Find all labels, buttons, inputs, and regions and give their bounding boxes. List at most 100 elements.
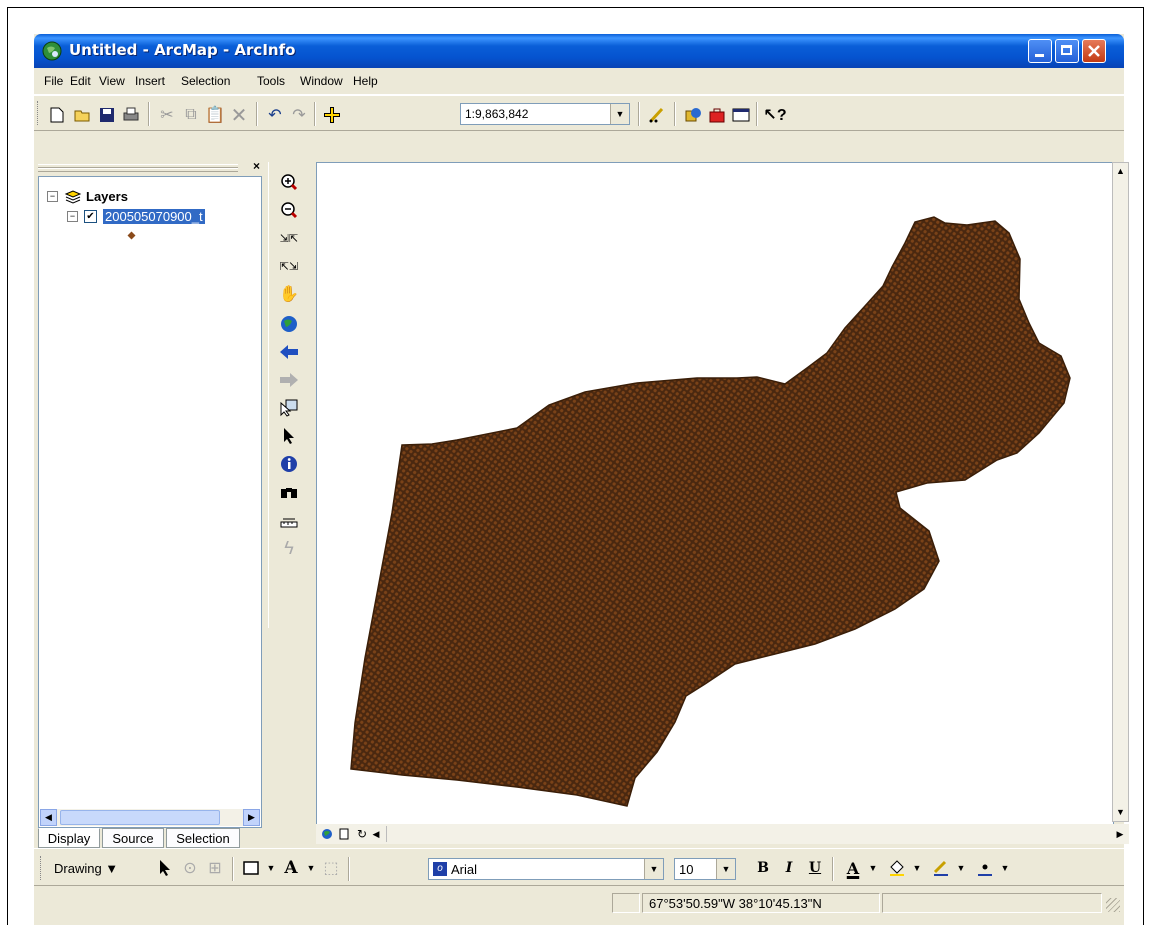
rectangle-tool-icon[interactable] xyxy=(240,857,262,879)
scroll-down-icon[interactable]: ▼ xyxy=(1113,804,1128,821)
zoom-to-selected-icon[interactable]: ⊞ xyxy=(204,857,226,879)
chevron-down-icon[interactable]: ▼ xyxy=(716,859,735,879)
scroll-right-icon[interactable]: ▶ xyxy=(1112,826,1128,842)
bold-button[interactable]: B xyxy=(752,857,774,879)
layer-name[interactable]: 200505070900_t xyxy=(103,209,205,224)
toolbar-grip[interactable] xyxy=(37,101,41,125)
edit-vertices-icon[interactable]: ⬚ xyxy=(320,857,342,879)
font-name-combo[interactable]: o Arial ▼ xyxy=(428,858,664,880)
open-folder-icon[interactable] xyxy=(72,104,94,126)
hyperlink-bolt-icon[interactable]: ϟ xyxy=(277,536,301,560)
collapse-icon[interactable]: − xyxy=(47,191,58,202)
chevron-down-icon[interactable]: ▼ xyxy=(260,857,282,879)
tab-selection[interactable]: Selection xyxy=(166,828,240,848)
cut-icon[interactable]: ✂ xyxy=(156,104,178,126)
paste-icon[interactable]: 📋 xyxy=(204,104,226,126)
pan-hand-icon[interactable]: ✋ xyxy=(277,282,301,306)
toc-horizontal-scrollbar[interactable]: ◀ ▶ xyxy=(40,809,260,826)
toc-title-bar[interactable]: × xyxy=(38,159,262,174)
menu-insert[interactable]: Insert xyxy=(135,74,165,88)
chevron-down-icon[interactable]: ▼ xyxy=(300,857,322,879)
menu-bar: File Edit View Insert Selection Tools Wi… xyxy=(34,68,1124,95)
chevron-down-icon[interactable]: ▼ xyxy=(906,857,928,879)
scroll-up-icon[interactable]: ▲ xyxy=(1113,163,1128,180)
marker-color-icon[interactable] xyxy=(974,857,996,879)
map-canvas[interactable] xyxy=(317,163,1113,824)
map-display[interactable] xyxy=(316,162,1114,825)
chevron-down-icon[interactable]: ▼ xyxy=(862,857,884,879)
print-icon[interactable] xyxy=(120,104,142,126)
menu-file[interactable]: File xyxy=(44,74,63,88)
identify-icon[interactable] xyxy=(277,452,301,476)
menu-help[interactable]: Help xyxy=(353,74,378,88)
menu-tools[interactable]: Tools xyxy=(257,74,285,88)
fixed-zoom-out-icon[interactable]: ⇱⇲ xyxy=(277,254,301,278)
select-elements-arrow-icon[interactable] xyxy=(277,424,301,448)
command-line-icon[interactable] xyxy=(730,104,752,126)
add-data-icon[interactable] xyxy=(321,104,343,126)
menu-view[interactable]: View xyxy=(99,74,125,88)
menu-window[interactable]: Window xyxy=(300,74,343,88)
editor-toolbar-icon[interactable] xyxy=(646,104,668,126)
line-color-icon[interactable] xyxy=(930,857,952,879)
whats-this-help-icon[interactable]: ↖? xyxy=(763,104,786,126)
maximize-button[interactable] xyxy=(1055,39,1079,63)
layer-row[interactable]: − ✔ 200505070900_t xyxy=(67,209,205,224)
collapse-icon[interactable]: − xyxy=(67,211,78,222)
menu-edit[interactable]: Edit xyxy=(70,74,91,88)
scroll-thumb[interactable] xyxy=(60,810,220,825)
toolbar-separator xyxy=(756,102,758,126)
select-elements-arrow-icon[interactable] xyxy=(154,857,176,879)
layers-data-frame[interactable]: − Layers xyxy=(47,189,128,204)
map-vertical-scrollbar[interactable]: ▲ ▼ xyxy=(1112,162,1129,822)
zoom-out-icon[interactable] xyxy=(277,198,301,222)
drawing-menu-button[interactable]: Drawing ▼ xyxy=(54,861,118,876)
arctoolbox-icon[interactable] xyxy=(706,104,728,126)
measure-icon[interactable] xyxy=(277,508,301,532)
zoom-in-icon[interactable] xyxy=(277,170,301,194)
close-button[interactable] xyxy=(1082,39,1106,63)
map-horizontal-scrollbar[interactable] xyxy=(386,826,1109,842)
menu-selection[interactable]: Selection xyxy=(181,74,230,88)
chevron-down-icon[interactable]: ▼ xyxy=(950,857,972,879)
rotate-icon[interactable]: ⊙ xyxy=(179,857,201,879)
title-bar[interactable]: Untitled - ArcMap - ArcInfo xyxy=(34,34,1124,68)
resize-grip-icon[interactable] xyxy=(1106,898,1120,912)
minimize-button[interactable] xyxy=(1028,39,1052,63)
scroll-left-icon[interactable]: ◀ xyxy=(40,809,57,826)
map-scale-combo[interactable]: 1:9,863,842 ▼ xyxy=(460,103,630,125)
underline-button[interactable]: U xyxy=(804,857,826,879)
full-extent-globe-icon[interactable] xyxy=(277,312,301,336)
scroll-left-icon[interactable]: ◀ xyxy=(368,826,384,842)
next-extent-icon[interactable] xyxy=(277,368,301,392)
previous-extent-icon[interactable] xyxy=(277,340,301,364)
find-binoculars-icon[interactable] xyxy=(277,480,301,504)
arcmap-window: Untitled - ArcMap - ArcInfo File Edit Vi… xyxy=(34,34,1129,925)
fixed-zoom-in-icon[interactable]: ⇲⇱ xyxy=(277,226,301,250)
arccatalog-icon[interactable] xyxy=(682,104,704,126)
select-features-icon[interactable] xyxy=(277,396,301,420)
tab-source[interactable]: Source xyxy=(102,828,164,848)
point-features-polygon[interactable] xyxy=(350,216,1071,807)
fill-color-icon[interactable] xyxy=(886,857,908,879)
redo-icon[interactable]: ↷ xyxy=(288,104,310,126)
italic-button[interactable]: I xyxy=(778,857,800,879)
data-view-icon[interactable] xyxy=(319,826,335,842)
copy-icon[interactable]: ⧉ xyxy=(180,104,202,126)
font-color-icon[interactable]: A xyxy=(842,857,864,879)
layer-visibility-checkbox[interactable]: ✔ xyxy=(84,210,97,223)
chevron-down-icon[interactable]: ▼ xyxy=(994,857,1016,879)
text-tool-icon[interactable]: A xyxy=(280,857,302,879)
new-document-icon[interactable] xyxy=(46,104,68,126)
save-icon[interactable] xyxy=(96,104,118,126)
chevron-down-icon[interactable]: ▼ xyxy=(644,859,663,879)
toc-close-icon[interactable]: × xyxy=(253,159,260,173)
undo-icon[interactable]: ↶ xyxy=(264,104,286,126)
tab-display[interactable]: Display xyxy=(38,828,100,848)
scroll-right-icon[interactable]: ▶ xyxy=(243,809,260,826)
delete-icon[interactable]: ✕ xyxy=(228,104,250,127)
chevron-down-icon[interactable]: ▼ xyxy=(610,104,629,124)
font-size-combo[interactable]: 10 ▼ xyxy=(674,858,736,880)
toolbar-grip[interactable] xyxy=(40,856,44,880)
layout-view-icon[interactable] xyxy=(336,826,352,842)
